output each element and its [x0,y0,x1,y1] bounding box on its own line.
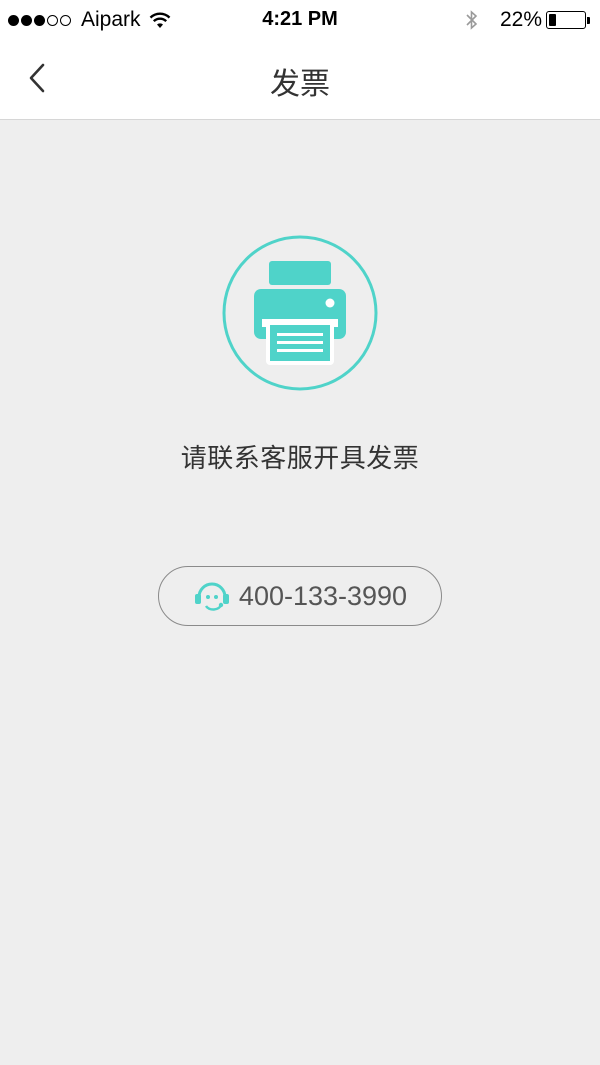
battery-percent: 22% [499,8,542,31]
battery-nub [587,16,590,24]
status-bar-right: 22% [466,8,590,32]
printer-icon [222,235,378,391]
page-title: 发票 [270,67,330,102]
battery-fill [549,14,557,26]
phone-number: 400-133-3990 [238,580,408,611]
customer-service-icon [193,579,231,613]
bluetooth-icon [466,10,478,30]
navigation-bar: 发票 [0,40,600,120]
main-content: 请联系客服开具发票 400-133-3990 [0,120,600,1065]
battery-icon [546,11,586,29]
call-service-button[interactable]: 400-133-3990 [158,566,442,626]
invoice-message: 请联系客服开具发票 [180,444,420,474]
status-bar: Aipark 4:21 PM 22% [0,0,600,40]
